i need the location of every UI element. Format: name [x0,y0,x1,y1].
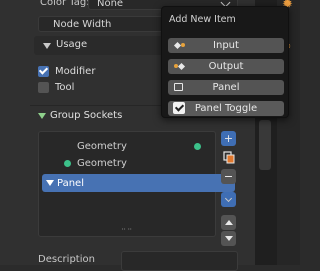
menu-item-label: Input [213,40,239,51]
menu-item-panel[interactable]: Panel [168,80,284,95]
socket-name: Panel [57,177,84,189]
socket-menu-button[interactable] [221,192,236,207]
add-item-button[interactable]: + [221,131,236,146]
description-label: Description [38,254,95,265]
panel-icon [174,83,184,92]
move-up-icon [224,220,233,225]
output-socket-icon [174,62,186,71]
remove-icon [225,175,232,178]
group-sockets-label: Group Sockets [50,110,123,121]
menu-item-label: Output [208,61,244,72]
socket-name: Geometry [77,157,127,169]
chevron-down-icon [224,194,233,202]
socket-item-panel[interactable]: Panel [42,174,235,192]
duplicate-icon [222,151,234,164]
input-socket-icon [173,41,185,50]
collapse-triangle-icon [43,43,51,49]
menu-item-label: Panel Toggle [194,103,258,114]
geometry-socket-icon [64,159,71,167]
move-down-icon [224,236,233,241]
menu-item-output[interactable]: Output [168,59,284,74]
node-width-label: Node Width [53,18,112,30]
checkbox-icon [173,102,185,114]
color-tag-value: None [97,0,124,9]
sidebar-tab[interactable] [259,120,271,170]
socket-tree-list[interactable]: Geometry Geometry Panel ⠒⠒ [38,131,235,237]
menu-item-label: Panel [212,82,240,93]
color-tag-label: Color Tag: [40,0,90,8]
modifier-label: Modifier [55,65,96,77]
menu-item-panel-toggle[interactable]: Panel Toggle [168,101,284,116]
move-up-button[interactable] [221,215,236,230]
expand-triangle-icon [38,113,46,119]
list-resize-handle[interactable]: ⠒⠒ [121,226,133,234]
geometry-socket-icon [194,142,201,150]
add-new-item-menu: Add New Item Input Output Panel Panel To… [161,6,289,118]
tool-label: Tool [55,81,75,93]
remove-item-button[interactable] [221,169,236,184]
description-field[interactable] [121,251,238,271]
tool-checkbox-row[interactable]: Tool [38,80,158,94]
socket-name: Geometry [77,140,127,152]
expand-triangle-icon [46,180,54,186]
menu-title: Add New Item [169,14,236,25]
move-down-button[interactable] [221,231,236,246]
modifier-checkbox-row[interactable]: Modifier [38,64,158,78]
menu-item-input[interactable]: Input [168,38,284,53]
add-icon: + [223,132,234,145]
socket-item-geometry-input[interactable]: Geometry [39,154,215,172]
socket-item-geometry-output[interactable]: Geometry [39,137,215,155]
modifier-checkbox[interactable] [38,65,49,77]
duplicate-item-button[interactable] [221,150,236,165]
tool-checkbox[interactable] [38,81,49,93]
usage-label: Usage [56,39,88,50]
